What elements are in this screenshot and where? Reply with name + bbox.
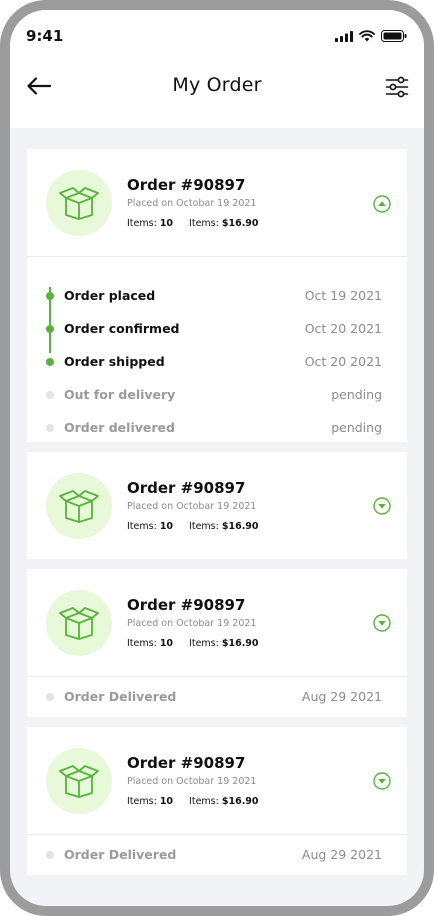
- divider: [27, 834, 407, 835]
- timeline-step-label: Out for delivery: [64, 387, 176, 402]
- order-number: Order #90897: [127, 176, 246, 194]
- battery-icon: [381, 30, 407, 42]
- items-price: Items: $16.90: [189, 638, 259, 649]
- timeline-step-date: Oct 20 2021: [304, 354, 382, 369]
- order-card: Order #90897 Placed on Octobar 19 2021 I…: [27, 452, 407, 559]
- order-card-header[interactable]: Order #90897 Placed on Octobar 19 2021 I…: [27, 452, 407, 559]
- order-card: Order #90897 Placed on Octobar 19 2021 I…: [27, 569, 407, 717]
- order-card-header[interactable]: Order #90897 Placed on Octobar 19 2021 I…: [27, 727, 407, 834]
- order-number: Order #90897: [127, 754, 246, 772]
- status-time: 9:41: [26, 27, 64, 45]
- order-status-row: Order Delivered Aug 29 2021: [27, 687, 407, 707]
- timeline-step: Order confirmed Oct 20 2021: [27, 319, 407, 339]
- items-count: Items: 10: [127, 521, 174, 532]
- package-icon-badge: [46, 590, 112, 656]
- package-icon: [59, 607, 99, 640]
- chevron-down-circle-icon: [373, 497, 391, 515]
- wifi-icon: [359, 30, 375, 42]
- chevron-down-circle-icon: [373, 772, 391, 790]
- phone-frame: 9:41 My Order Order #90897 Placed on Oct…: [0, 0, 434, 916]
- package-icon: [59, 187, 99, 220]
- page-title: My Order: [172, 74, 262, 96]
- order-status-label: Order Delivered: [64, 689, 177, 704]
- screen: 9:41 My Order Order #90897 Placed on Oct…: [10, 10, 424, 906]
- order-status-date: Aug 29 2021: [301, 847, 382, 862]
- order-placed-date: Placed on Octobar 19 2021: [127, 501, 257, 512]
- package-icon: [59, 490, 99, 523]
- items-count: Items: 10: [127, 638, 174, 649]
- timeline-step-label: Order delivered: [64, 420, 175, 435]
- order-card: Order #90897 Placed on Octobar 19 2021 I…: [27, 727, 407, 875]
- package-icon-badge: [46, 473, 112, 539]
- items-price: Items: $16.90: [189, 218, 259, 229]
- order-meta: Items: 10 Items: $16.90: [127, 218, 259, 229]
- timeline-step-date: Oct 19 2021: [304, 288, 382, 303]
- timeline-step: Order shipped Oct 20 2021: [27, 352, 407, 372]
- items-price: Items: $16.90: [189, 521, 259, 532]
- timeline-dot: [46, 424, 54, 432]
- package-icon-badge: [46, 170, 112, 236]
- order-card-header[interactable]: Order #90897 Placed on Octobar 19 2021 I…: [27, 569, 407, 676]
- timeline-dot: [46, 325, 54, 333]
- order-placed-date: Placed on Octobar 19 2021: [127, 198, 257, 209]
- items-count: Items: 10: [127, 796, 174, 807]
- timeline-step-label: Order shipped: [64, 354, 165, 369]
- collapse-toggle[interactable]: [373, 195, 391, 213]
- timeline-step: Order delivered pending: [27, 418, 407, 438]
- order-number: Order #90897: [127, 479, 246, 497]
- order-status-row: Order Delivered Aug 29 2021: [27, 845, 407, 865]
- chevron-down-circle-icon: [373, 614, 391, 632]
- order-card: Order #90897 Placed on Octobar 19 2021 I…: [27, 149, 407, 442]
- filter-button[interactable]: [385, 75, 409, 99]
- divider: [27, 256, 407, 257]
- status-dot: [46, 851, 54, 859]
- top-bar: 9:41 My Order: [10, 10, 424, 128]
- order-number: Order #90897: [127, 596, 246, 614]
- timeline-dot: [46, 358, 54, 366]
- package-icon-badge: [46, 748, 112, 814]
- order-card-header[interactable]: Order #90897 Placed on Octobar 19 2021 I…: [27, 149, 407, 256]
- chevron-up-circle-icon: [373, 195, 391, 213]
- timeline-dot: [46, 391, 54, 399]
- order-status-label: Order Delivered: [64, 847, 177, 862]
- signal-icon: [335, 30, 353, 42]
- expand-toggle[interactable]: [373, 772, 391, 790]
- status-dot: [46, 693, 54, 701]
- expand-toggle[interactable]: [373, 497, 391, 515]
- sliders-icon: [385, 76, 409, 98]
- timeline-step-date: pending: [331, 420, 382, 435]
- order-placed-date: Placed on Octobar 19 2021: [127, 776, 257, 787]
- expand-toggle[interactable]: [373, 614, 391, 632]
- items-count: Items: 10: [127, 218, 174, 229]
- divider: [27, 676, 407, 677]
- timeline-step-label: Order placed: [64, 288, 156, 303]
- package-icon: [59, 765, 99, 798]
- order-meta: Items: 10 Items: $16.90: [127, 796, 259, 807]
- timeline-step-date: pending: [331, 387, 382, 402]
- order-status-date: Aug 29 2021: [301, 689, 382, 704]
- timeline-step-date: Oct 20 2021: [304, 321, 382, 336]
- timeline-step: Out for delivery pending: [27, 385, 407, 405]
- items-price: Items: $16.90: [189, 796, 259, 807]
- timeline-dot: [46, 292, 54, 300]
- order-meta: Items: 10 Items: $16.90: [127, 521, 259, 532]
- timeline-step-label: Order confirmed: [64, 321, 180, 336]
- order-placed-date: Placed on Octobar 19 2021: [127, 618, 257, 629]
- order-meta: Items: 10 Items: $16.90: [127, 638, 259, 649]
- status-icons: [335, 30, 407, 42]
- timeline-step: Order placed Oct 19 2021: [27, 286, 407, 306]
